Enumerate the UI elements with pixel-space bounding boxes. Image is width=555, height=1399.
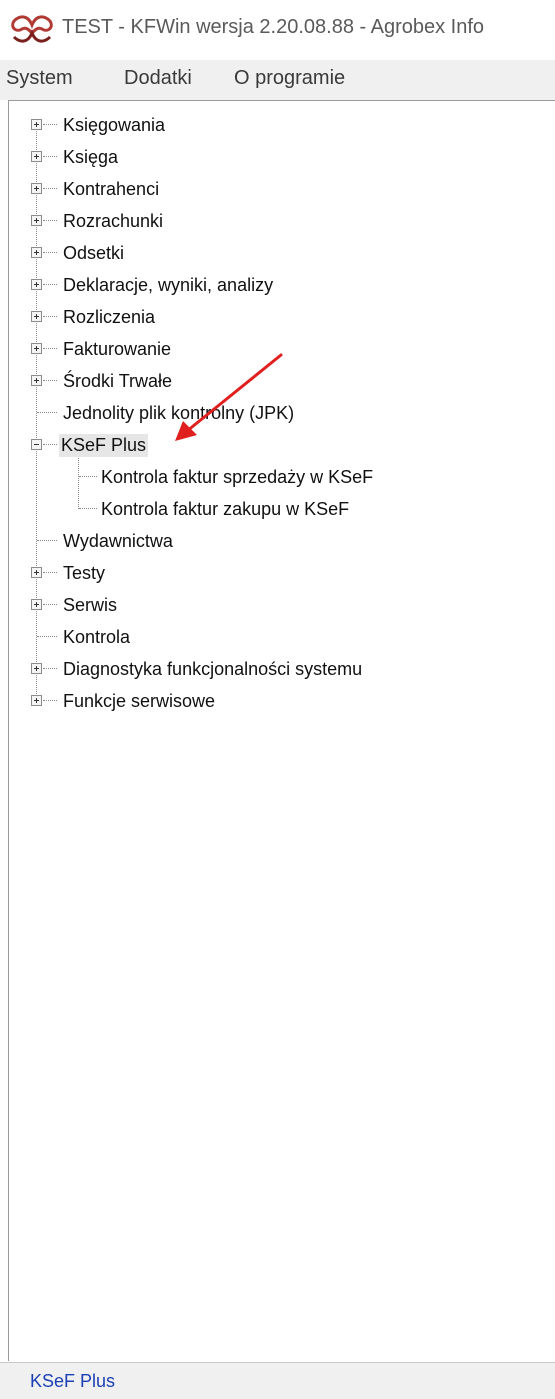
tree-node-label: Testy bbox=[63, 562, 106, 583]
tree-node-fakturowanie[interactable]: Fakturowanie bbox=[61, 334, 173, 364]
tree-node-label: Diagnostyka funkcjonalności systemu bbox=[63, 658, 363, 679]
menu-bar: System Dodatki O programie bbox=[0, 60, 555, 100]
navigation-tree: Księgowania Księga Kontrahenci Rozrachun… bbox=[8, 100, 555, 1361]
tree-node-kontrola[interactable]: Kontrola bbox=[61, 622, 132, 652]
tree-node-kontrahenci[interactable]: Kontrahenci bbox=[61, 174, 161, 204]
expand-toggle-icon[interactable] bbox=[31, 599, 42, 610]
title-bar: TEST - KFWin wersja 2.20.08.88 - Agrobex… bbox=[0, 0, 555, 60]
tree-node-label: Środki Trwałe bbox=[63, 370, 173, 391]
status-bar: KSeF Plus bbox=[0, 1362, 555, 1399]
tree-connector bbox=[43, 284, 57, 285]
tree-node-label: Księgowania bbox=[63, 114, 166, 135]
tree-node-kontrola-zakupu[interactable]: Kontrola faktur zakupu w KSeF bbox=[99, 494, 351, 524]
window-title: TEST - KFWin wersja 2.20.08.88 - Agrobex… bbox=[62, 16, 485, 38]
tree-node-kontrola-sprzedazy[interactable]: Kontrola faktur sprzedaży w KSeF bbox=[99, 462, 375, 492]
tree-node-label: Funkcje serwisowe bbox=[63, 690, 216, 711]
menu-system[interactable]: System bbox=[6, 67, 73, 90]
expand-toggle-icon[interactable] bbox=[31, 375, 42, 386]
tree-node-label: Fakturowanie bbox=[63, 338, 172, 359]
tree-node-label: Księga bbox=[63, 146, 119, 167]
tree-connector bbox=[43, 444, 57, 445]
tree-connector bbox=[43, 348, 57, 349]
tree-connector bbox=[79, 476, 97, 477]
tree-node-rozrachunki[interactable]: Rozrachunki bbox=[61, 206, 165, 236]
tree-connector bbox=[43, 156, 57, 157]
tree-connector bbox=[43, 604, 57, 605]
tree-connector bbox=[37, 412, 57, 413]
expand-toggle-icon[interactable] bbox=[31, 151, 42, 162]
tree-connector bbox=[43, 220, 57, 221]
tree-connector bbox=[43, 700, 57, 701]
tree-node-testy[interactable]: Testy bbox=[61, 558, 107, 588]
expand-toggle-icon[interactable] bbox=[31, 119, 42, 130]
tree-node-ksiega[interactable]: Księga bbox=[61, 142, 120, 172]
expand-toggle-icon[interactable] bbox=[31, 215, 42, 226]
tree-node-label: Rozrachunki bbox=[63, 210, 164, 231]
tree-node-funkcje-serwisowe[interactable]: Funkcje serwisowe bbox=[61, 686, 217, 716]
expand-toggle-icon[interactable] bbox=[31, 695, 42, 706]
tree-child-line bbox=[78, 453, 79, 509]
tree-connector bbox=[43, 188, 57, 189]
tree-node-label: Kontrahenci bbox=[63, 178, 160, 199]
tree-node-wydawnictwa[interactable]: Wydawnictwa bbox=[61, 526, 175, 556]
tree-connector bbox=[43, 316, 57, 317]
tree-node-srodki-trwale[interactable]: Środki Trwałe bbox=[61, 366, 174, 396]
expand-toggle-icon[interactable] bbox=[31, 343, 42, 354]
tree-node-label: Kontrola bbox=[63, 626, 131, 647]
status-text: KSeF Plus bbox=[30, 1371, 116, 1391]
tree-node-label: Serwis bbox=[63, 594, 118, 615]
tree-node-label: Kontrola faktur zakupu w KSeF bbox=[101, 498, 350, 519]
tree-root-line bbox=[36, 124, 37, 702]
expand-toggle-icon[interactable] bbox=[31, 279, 42, 290]
tree-connector bbox=[43, 668, 57, 669]
expand-toggle-icon[interactable] bbox=[31, 311, 42, 322]
expand-toggle-icon[interactable] bbox=[31, 183, 42, 194]
tree-node-deklaracje[interactable]: Deklaracje, wyniki, analizy bbox=[61, 270, 275, 300]
tree-node-label: Odsetki bbox=[63, 242, 125, 263]
menu-dodatki[interactable]: Dodatki bbox=[124, 67, 192, 90]
collapse-toggle-icon[interactable] bbox=[31, 439, 42, 450]
expand-toggle-icon[interactable] bbox=[31, 663, 42, 674]
tree-node-ksiegowania[interactable]: Księgowania bbox=[61, 110, 167, 140]
tree-node-serwis[interactable]: Serwis bbox=[61, 590, 119, 620]
tree-node-diagnostyka[interactable]: Diagnostyka funkcjonalności systemu bbox=[61, 654, 364, 684]
annotation-arrow-icon bbox=[175, 353, 283, 441]
tree-node-label: Deklaracje, wyniki, analizy bbox=[63, 274, 274, 295]
tree-connector bbox=[79, 508, 97, 509]
tree-node-label: Rozliczenia bbox=[63, 306, 156, 327]
tree-node-ksef-plus[interactable]: KSeF Plus bbox=[59, 430, 149, 460]
expand-toggle-icon[interactable] bbox=[31, 247, 42, 258]
tree-node-label: KSeF Plus bbox=[59, 433, 149, 457]
tree-node-odsetki[interactable]: Odsetki bbox=[61, 238, 126, 268]
tree-node-rozliczenia[interactable]: Rozliczenia bbox=[61, 302, 157, 332]
tree-node-label: Kontrola faktur sprzedaży w KSeF bbox=[101, 466, 374, 487]
tree-connector bbox=[37, 636, 57, 637]
tree-connector bbox=[43, 124, 57, 125]
app-window: TEST - KFWin wersja 2.20.08.88 - Agrobex… bbox=[0, 0, 555, 1399]
tree-node-label: Wydawnictwa bbox=[63, 530, 173, 551]
tree-connector bbox=[43, 252, 57, 253]
kfwin-logo-icon bbox=[11, 15, 53, 43]
menu-o-programie[interactable]: O programie bbox=[234, 67, 345, 90]
tree-connector bbox=[37, 540, 57, 541]
tree-connector bbox=[43, 380, 57, 381]
expand-toggle-icon[interactable] bbox=[31, 567, 42, 578]
tree-connector bbox=[43, 572, 57, 573]
